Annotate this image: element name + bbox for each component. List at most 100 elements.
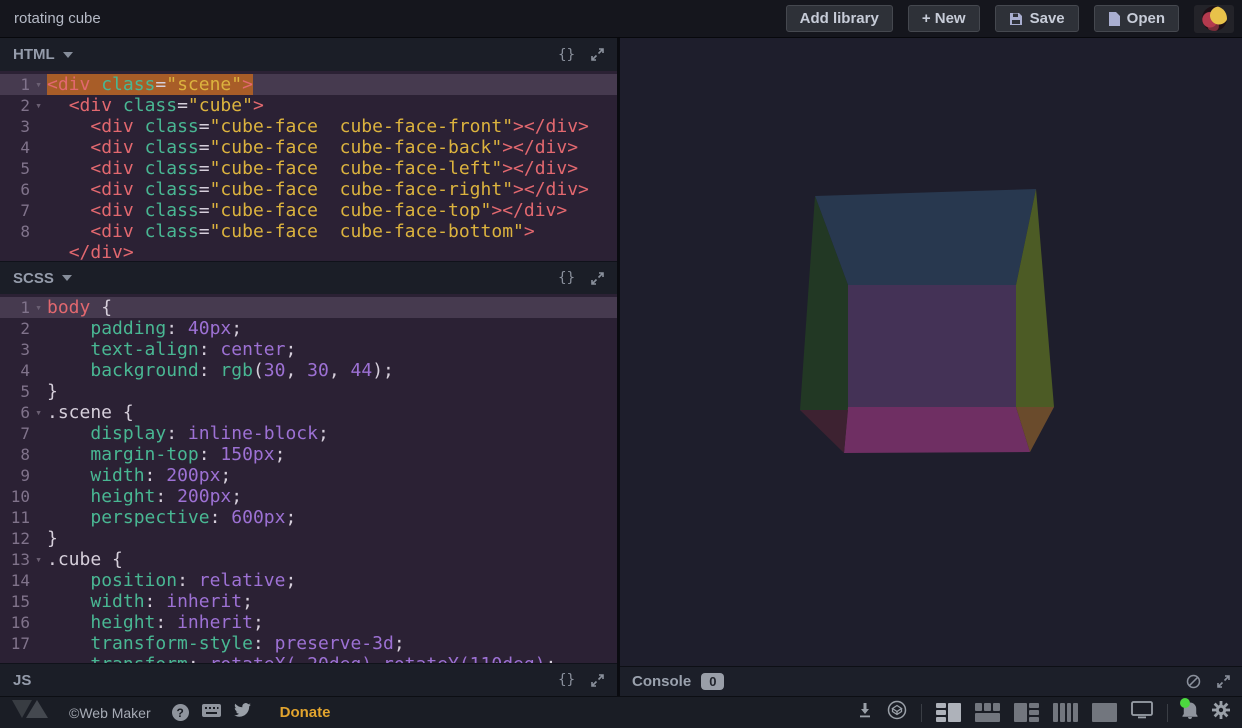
fold-arrow-icon[interactable]: ▾ [30,74,47,95]
code-text: .scene { [47,402,134,423]
layout-editors-left-icon[interactable] [936,703,961,722]
format-code-icon[interactable]: {} [558,672,575,688]
code-line[interactable]: 6 <div class="cube-face cube-face-right"… [0,179,617,200]
html-code-editor[interactable]: 1▾<div class="scene">2▾ <div class="cube… [0,71,617,261]
code-text: .cube { [47,549,123,570]
html-panel-label: HTML [13,46,55,63]
expand-console-icon[interactable] [1217,675,1230,688]
save-button[interactable]: Save [995,5,1079,32]
twitter-icon[interactable] [234,703,251,722]
settings-gear-icon[interactable] [1212,701,1230,724]
code-line[interactable]: 7 display: inline-block; [0,423,617,444]
code-line[interactable]: 5} [0,381,617,402]
code-line[interactable]: 5 <div class="cube-face cube-face-left">… [0,158,617,179]
codepen-icon[interactable] [887,700,907,725]
donate-link[interactable]: Donate [280,704,331,721]
scss-code-editor[interactable]: 1▾body {2 padding: 40px;3 text-align: ce… [0,294,617,663]
scss-panel-header: SCSS {} [0,261,617,294]
code-line[interactable]: transform: rotateX(-20deg) rotateY(110de… [0,654,617,663]
fold-arrow-icon[interactable]: ▾ [30,402,47,423]
code-line[interactable]: 1▾<div class="scene"> [0,74,617,95]
code-line[interactable]: 11 perspective: 600px; [0,507,617,528]
code-line[interactable]: 4 <div class="cube-face cube-face-back">… [0,137,617,158]
code-line[interactable]: 9 width: 200px; [0,465,617,486]
add-library-label: Add library [800,10,879,27]
code-line[interactable]: 15 width: inherit; [0,591,617,612]
fold-arrow-icon[interactable]: ▾ [30,549,47,570]
code-text: transform: rotateX(-20deg) rotateY(110de… [47,654,556,663]
code-line[interactable]: 6▾.scene { [0,402,617,423]
chevron-down-icon[interactable] [62,275,72,281]
code-line[interactable]: 3 text-align: center; [0,339,617,360]
expand-panel-icon[interactable] [591,272,604,285]
code-line[interactable]: 2 padding: 40px; [0,318,617,339]
footer-bar: ©Web Maker ? Donate [0,696,1242,728]
new-button[interactable]: + New [908,5,980,32]
line-number: 16 [0,612,30,633]
line-number: 4 [0,360,30,381]
code-line[interactable]: 14 position: relative; [0,570,617,591]
code-line[interactable]: 2▾ <div class="cube"> [0,95,617,116]
chevron-down-icon[interactable] [63,52,73,58]
console-label: Console [632,673,691,690]
line-number: 17 [0,633,30,654]
layout-editors-top-icon[interactable] [975,703,1000,722]
code-text: <div class="scene"> [47,74,253,95]
code-text: position: relative; [47,570,296,591]
code-line[interactable]: </div> [0,242,617,261]
fold-arrow-icon[interactable]: ▾ [30,297,47,318]
add-library-button[interactable]: Add library [786,5,893,32]
format-code-icon[interactable]: {} [558,47,575,63]
code-line[interactable]: 8 margin-top: 150px; [0,444,617,465]
fold-slot [30,465,47,486]
format-code-icon[interactable]: {} [558,270,575,286]
code-line[interactable]: 16 height: inherit; [0,612,617,633]
scss-panel-label: SCSS [13,270,54,287]
clear-console-icon[interactable] [1186,674,1201,689]
layout-columns-icon[interactable] [1053,703,1078,722]
fold-slot [30,528,47,549]
notification-dot [1180,698,1190,708]
fold-arrow-icon[interactable]: ▾ [30,95,47,116]
code-line[interactable]: 17 transform-style: preserve-3d; [0,633,617,654]
user-avatar-button[interactable] [1194,5,1234,33]
line-number: 2 [0,95,30,116]
fold-slot [30,507,47,528]
fold-slot [30,612,47,633]
keyboard-shortcuts-icon[interactable] [202,704,221,722]
expand-panel-icon[interactable] [591,674,604,687]
code-line[interactable]: 13▾.cube { [0,549,617,570]
code-line[interactable]: 7 <div class="cube-face cube-face-top"><… [0,200,617,221]
web-maker-logo [12,700,56,725]
open-button[interactable]: Open [1094,5,1179,32]
fold-slot [30,339,47,360]
fold-slot [30,423,47,444]
download-icon[interactable] [857,702,873,723]
notifications-bell-icon[interactable] [1182,702,1198,724]
js-panel-header[interactable]: JS {} [0,663,617,696]
code-line[interactable]: 8 <div class="cube-face cube-face-bottom… [0,221,617,242]
code-line[interactable]: 10 height: 200px; [0,486,617,507]
expand-panel-icon[interactable] [591,48,604,61]
line-number: 1 [0,297,30,318]
open-file-icon [1108,12,1120,26]
fold-slot [30,137,47,158]
layout-full-preview-icon[interactable] [1092,703,1117,722]
help-icon[interactable]: ? [172,704,189,721]
fold-slot [30,179,47,200]
code-text: margin-top: 150px; [47,444,285,465]
detached-preview-icon[interactable] [1131,701,1153,724]
code-line[interactable]: 1▾body { [0,297,617,318]
editor-column: HTML {} 1▾<div class="scene">2▾ <div cla… [0,38,620,696]
line-number: 1 [0,74,30,95]
console-bar[interactable]: Console 0 [620,666,1242,696]
code-line[interactable]: 4 background: rgb(30, 30, 44); [0,360,617,381]
js-panel-label: JS [13,672,31,689]
code-line[interactable]: 3 <div class="cube-face cube-face-front"… [0,116,617,137]
cube-svg [620,38,1239,666]
layout-editors-right-icon[interactable] [1014,703,1039,722]
main-area: HTML {} 1▾<div class="scene">2▾ <div cla… [0,38,1242,696]
line-number: 3 [0,339,30,360]
fold-slot [30,200,47,221]
code-line[interactable]: 12} [0,528,617,549]
